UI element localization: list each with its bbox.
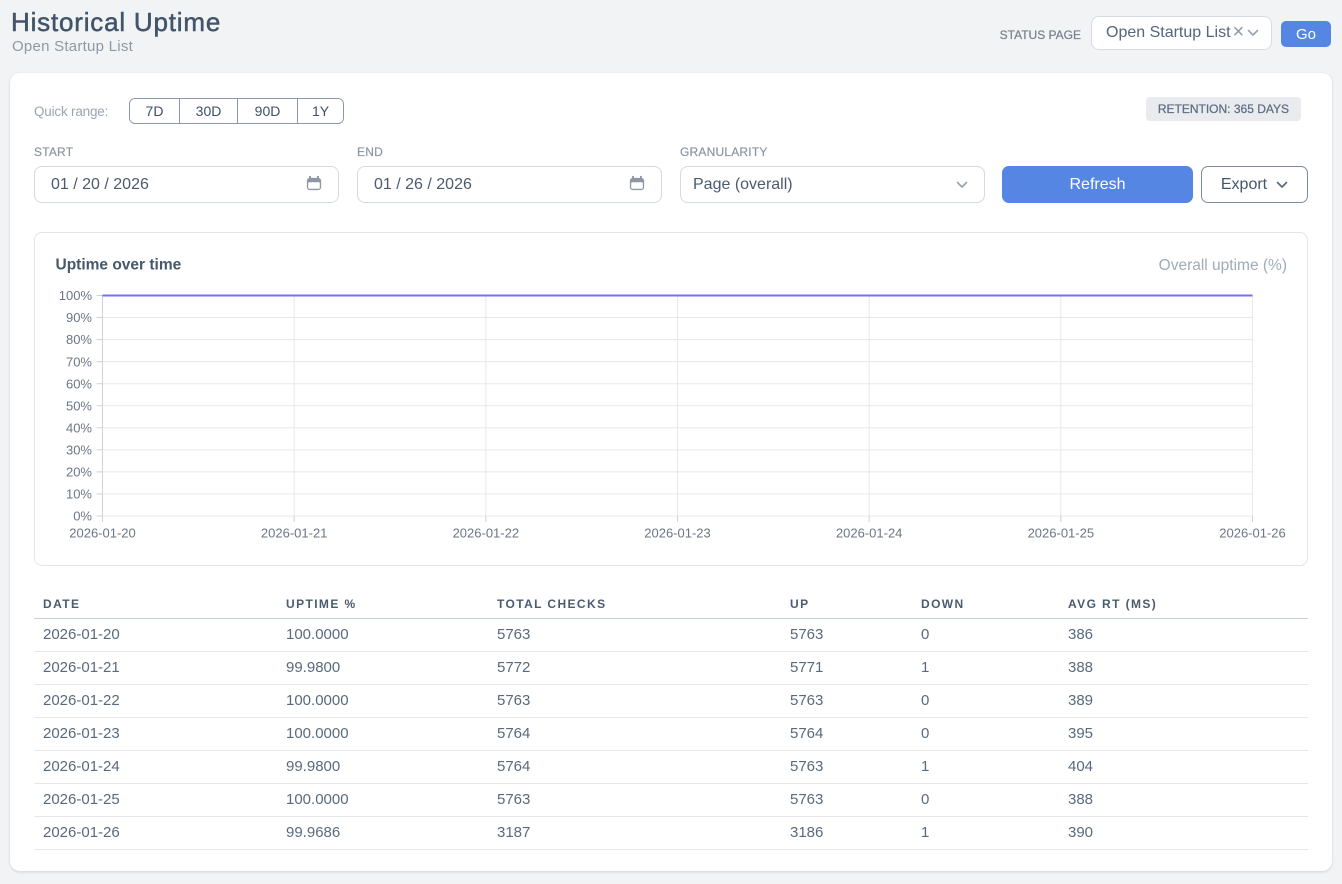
svg-text:2026-01-23: 2026-01-23 [644, 526, 711, 541]
svg-text:2026-01-21: 2026-01-21 [261, 526, 328, 541]
svg-text:60%: 60% [66, 376, 92, 391]
svg-text:80%: 80% [66, 332, 92, 347]
svg-text:70%: 70% [66, 354, 92, 369]
svg-text:2026-01-22: 2026-01-22 [453, 526, 520, 541]
svg-text:30%: 30% [66, 442, 92, 457]
svg-text:90%: 90% [66, 310, 92, 325]
svg-text:50%: 50% [66, 398, 92, 413]
svg-text:10%: 10% [66, 487, 92, 502]
svg-text:2026-01-26: 2026-01-26 [1219, 526, 1286, 541]
svg-text:100%: 100% [59, 288, 93, 303]
svg-text:Uptime over time: Uptime over time [56, 257, 182, 274]
svg-text:2026-01-25: 2026-01-25 [1028, 526, 1095, 541]
svg-text:Overall uptime (%): Overall uptime (%) [1159, 257, 1287, 274]
svg-text:0%: 0% [73, 509, 92, 524]
svg-text:40%: 40% [66, 420, 92, 435]
svg-text:2026-01-20: 2026-01-20 [69, 526, 136, 541]
svg-text:2026-01-24: 2026-01-24 [836, 526, 903, 541]
svg-text:20%: 20% [66, 465, 92, 480]
